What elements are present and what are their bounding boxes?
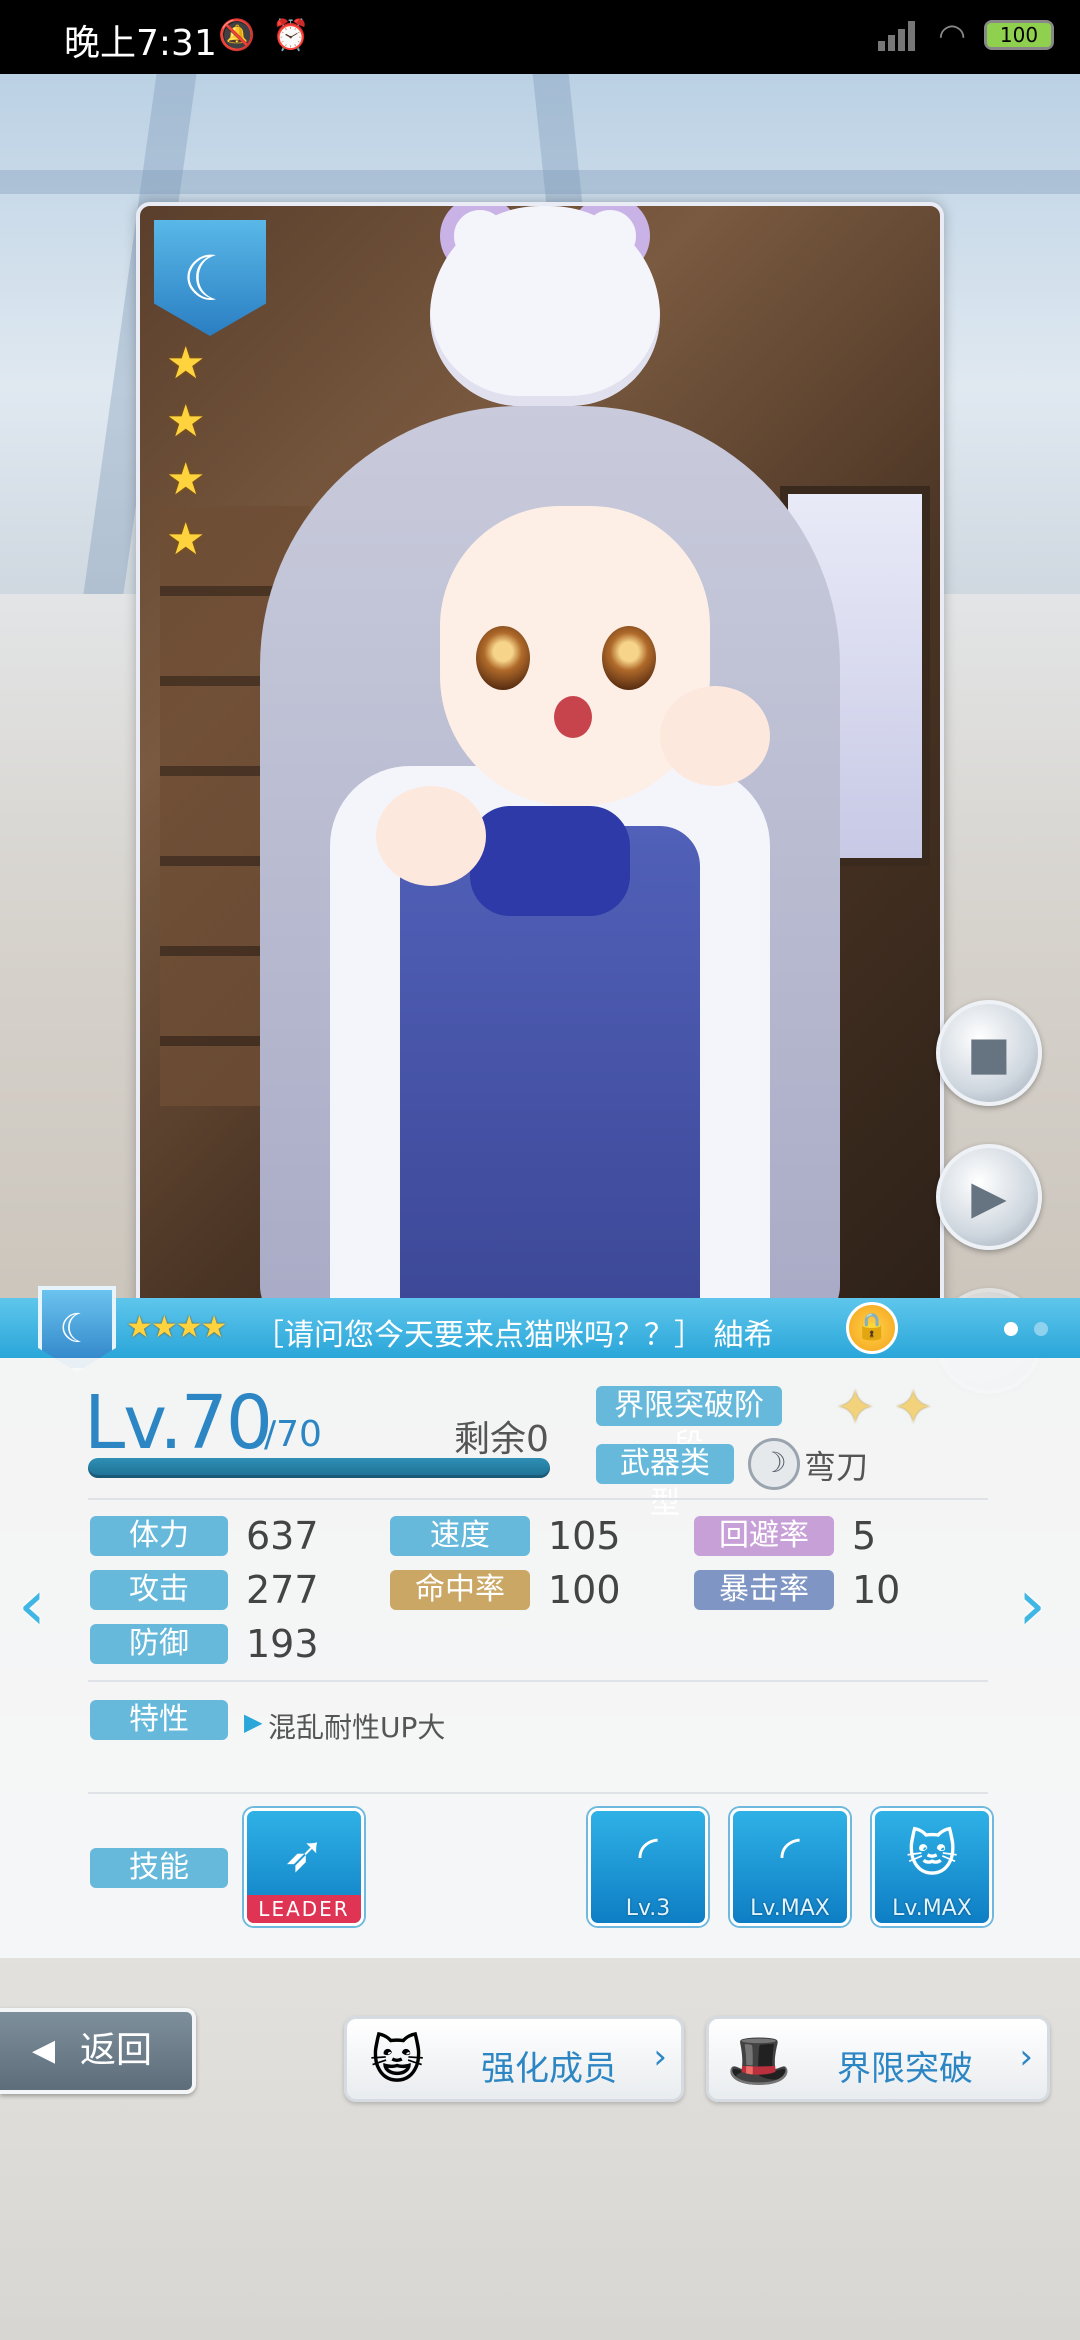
previous-arrow-icon[interactable]: ‹ (18, 1570, 68, 1640)
crescent-wave-icon: ◜ (638, 1825, 658, 1883)
stat-atk-value: 277 (246, 1568, 319, 1612)
stat-def-label: 防御 (90, 1624, 228, 1664)
stat-crit-label: 暴击率 (694, 1570, 834, 1610)
stat-eva-value: 5 (852, 1514, 877, 1558)
character-paw-left (376, 786, 486, 886)
alarm-icon: ⏰ (272, 18, 310, 53)
stat-crit-value: 10 (852, 1568, 901, 1612)
level-max: /70 (264, 1414, 322, 1455)
video-camera-button[interactable]: ■ (936, 1000, 1042, 1106)
skill-level: Lv.MAX (892, 1896, 972, 1921)
trait-value: 混乱耐性UP大 (268, 1711, 446, 1744)
back-arrow-icon: ◀ (32, 2033, 56, 2068)
battery-icon: 100 (984, 20, 1054, 50)
scimitar-icon: ☽ (748, 1438, 800, 1490)
character-eye-left (476, 626, 530, 690)
character-eye-right (602, 626, 656, 690)
limit-break-star-icon: ✦ (894, 1380, 933, 1434)
divider (88, 1792, 988, 1794)
skill-button-2[interactable]: ◜ Lv.MAX (730, 1808, 850, 1926)
leader-skill-button[interactable]: ➶ LEADER (244, 1808, 364, 1926)
character-mouth (554, 696, 592, 738)
chevron-right-icon: › (653, 2037, 667, 2077)
rarity-stars: ★★★★ (126, 1310, 228, 1345)
back-label: 返回 (80, 2030, 153, 2071)
mute-bell-icon: 🔕 (218, 18, 256, 53)
page-dot (1034, 1322, 1048, 1336)
character-card[interactable]: ☾ ★ ★ ★ ★ (136, 202, 944, 1322)
stat-spd-value: 105 (548, 1514, 621, 1558)
exp-bar (88, 1458, 550, 1478)
limit-break-label: 界限突破阶段 (596, 1386, 782, 1463)
rarity-star-icon: ★ (166, 338, 206, 389)
weapon-type-label: 武器类型 (596, 1444, 734, 1521)
rarity-star-icon: ★ (166, 396, 206, 447)
background-beam (0, 170, 1080, 194)
status-time: 晚上7:31 (64, 23, 217, 64)
limit-break-star-icon: ✦ (836, 1380, 875, 1434)
chevron-right-icon: › (1019, 2037, 1033, 2077)
skill-label: 技能 (90, 1848, 228, 1888)
character-bow (470, 806, 630, 916)
exp-remaining: 剩余0 (454, 1419, 549, 1460)
status-bar: 晚上7:31 🔕 ⏰ ◠ 100 (0, 0, 1080, 74)
stat-acc-value: 100 (548, 1568, 621, 1612)
stat-def-value: 193 (246, 1622, 319, 1666)
wind-slash-icon: ➶ (283, 1825, 325, 1883)
play-button[interactable]: ▶ (936, 1144, 1042, 1250)
back-button[interactable]: ◀ 返回 (0, 2008, 196, 2094)
cat-mascot-icon: 😺 (369, 2031, 425, 2091)
stat-spd-label: 速度 (390, 1516, 530, 1556)
stat-eva-label: 回避率 (694, 1516, 834, 1556)
character-title: ［请问您今天要来点猫咪吗？？］ 紬希 (254, 1318, 774, 1353)
rarity-star-icon: ★ (166, 514, 206, 565)
wizard-hat-icon: 🎩 (726, 2031, 792, 2091)
lock-icon[interactable]: 🔒 (846, 1302, 898, 1354)
next-arrow-icon[interactable]: › (1018, 1570, 1068, 1640)
skill-level: Lv.MAX (750, 1896, 830, 1921)
character-title-banner: ☾ ★★★★ ［请问您今天要来点猫咪吗？？］ 紬希 🔒 (0, 1286, 1080, 1372)
stat-hp-label: 体力 (90, 1516, 228, 1556)
character-paw-right (660, 686, 770, 786)
enhance-member-button[interactable]: 😺 强化成员 › (344, 2016, 684, 2102)
leader-tag: LEADER (247, 1895, 361, 1923)
stat-atk-label: 攻击 (90, 1570, 228, 1610)
crescent-wave-icon: ◜ (780, 1825, 800, 1883)
stat-acc-label: 命中率 (390, 1570, 530, 1610)
skill-level: Lv.3 (625, 1896, 671, 1921)
divider (88, 1680, 988, 1682)
wifi-icon: ◠ (938, 16, 966, 54)
character-hat (430, 206, 660, 406)
skill-button-3[interactable]: 🐱 Lv.MAX (872, 1808, 992, 1926)
cat-face-icon: 🐱 (905, 1825, 959, 1883)
signal-icon (878, 19, 920, 51)
trait-label: 特性 (90, 1700, 228, 1740)
skill-button-1[interactable]: ◜ Lv.3 (588, 1808, 708, 1926)
rarity-star-icon: ★ (166, 454, 206, 505)
triangle-right-icon: ▶ (244, 1708, 263, 1736)
enhance-member-label: 强化成员 (481, 2049, 617, 2089)
divider (88, 1498, 988, 1500)
level-value: Lv.70 (84, 1380, 273, 1466)
stat-hp-value: 637 (246, 1514, 319, 1558)
weapon-type-value: 弯刀 (804, 1448, 869, 1486)
limit-break-label-button: 界限突破 (837, 2049, 973, 2089)
moon-attribute-icon: ☾ (154, 220, 266, 336)
limit-break-button[interactable]: 🎩 界限突破 › (706, 2016, 1050, 2102)
page-dot-active (1004, 1322, 1018, 1336)
